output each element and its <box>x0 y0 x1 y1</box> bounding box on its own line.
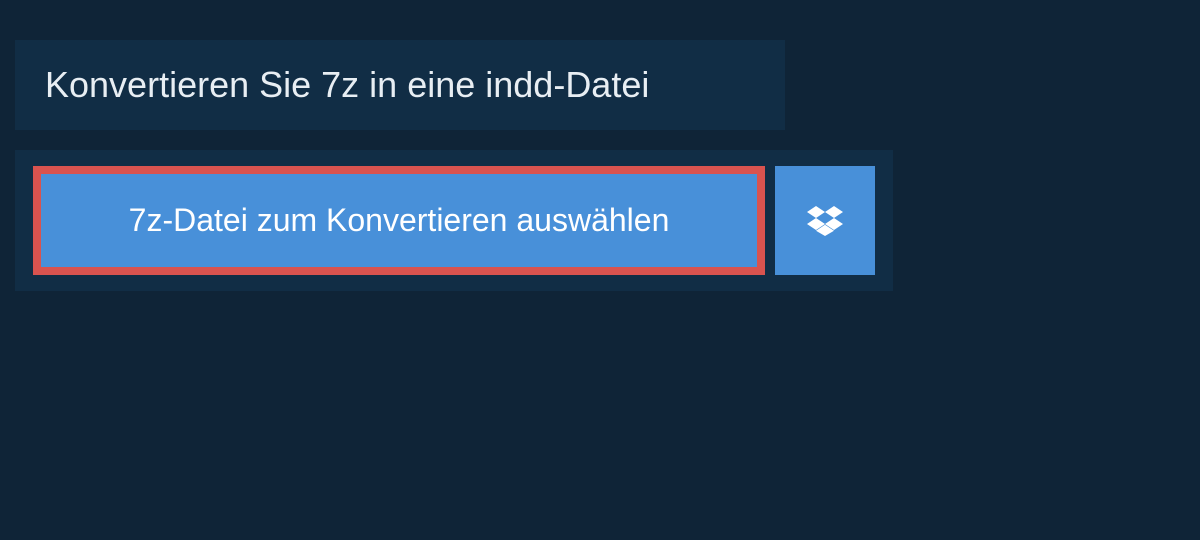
header-bar: Konvertieren Sie 7z in eine indd-Datei <box>15 40 785 130</box>
select-file-button[interactable]: 7z-Datei zum Konvertieren auswählen <box>33 166 765 275</box>
upload-actions-panel: 7z-Datei zum Konvertieren auswählen <box>15 150 893 291</box>
page-title: Konvertieren Sie 7z in eine indd-Datei <box>45 64 755 106</box>
dropbox-icon <box>807 203 843 239</box>
select-file-label: 7z-Datei zum Konvertieren auswählen <box>129 202 670 239</box>
dropbox-button[interactable] <box>775 166 875 275</box>
